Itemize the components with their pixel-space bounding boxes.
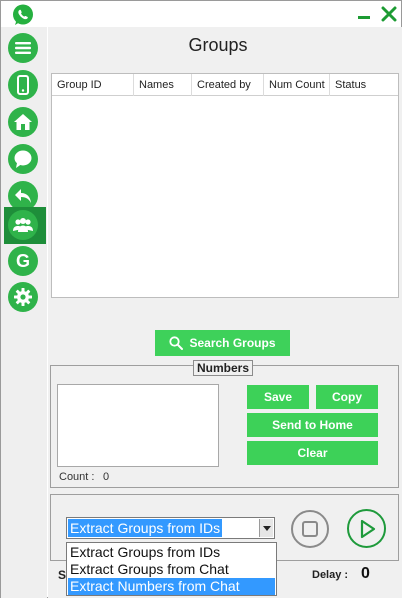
menu-icon xyxy=(15,42,31,54)
column-header-num-count[interactable]: Num Count xyxy=(264,74,330,96)
clear-button[interactable]: Clear xyxy=(247,441,378,465)
stop-icon xyxy=(302,521,318,537)
mode-option-groups-from-ids[interactable]: Extract Groups from IDs xyxy=(68,544,275,561)
sidebar-item-menu[interactable] xyxy=(8,33,38,63)
mode-select-toggle[interactable] xyxy=(259,519,273,537)
numbers-textarea[interactable] xyxy=(57,384,219,467)
play-icon xyxy=(360,519,375,538)
numbers-legend: Numbers xyxy=(193,360,254,376)
mode-select-dropdown: Extract Groups from IDs Extract Groups f… xyxy=(66,542,277,596)
sidebar-item-groups-active-highlight xyxy=(4,207,46,244)
chevron-down-icon xyxy=(262,525,271,531)
minimize-button[interactable] xyxy=(357,5,371,23)
sidebar-item-chat[interactable] xyxy=(8,144,38,174)
groups-icon xyxy=(13,218,33,232)
settings-icon xyxy=(14,288,32,306)
stop-button[interactable] xyxy=(291,510,329,548)
phone-icon xyxy=(17,75,29,95)
search-groups-label: Search Groups xyxy=(189,336,276,350)
column-header-status[interactable]: Status xyxy=(330,74,398,96)
close-button[interactable] xyxy=(380,4,398,24)
count-value: 0 xyxy=(103,471,110,483)
delay-value: 0 xyxy=(361,565,370,582)
column-header-created-by[interactable]: Created by xyxy=(192,74,264,96)
sidebar-item-groups[interactable] xyxy=(8,210,38,240)
search-icon xyxy=(169,336,184,350)
mode-select[interactable]: Extract Groups from IDs xyxy=(66,517,275,539)
column-header-names[interactable]: Names xyxy=(134,74,192,96)
whatsapp-logo-icon xyxy=(11,3,35,27)
chat-icon xyxy=(14,150,32,168)
sidebar-item-phone[interactable] xyxy=(8,70,38,100)
sidebar-item-settings[interactable] xyxy=(8,282,38,312)
count-label: Count : xyxy=(59,471,95,483)
sidebar: G xyxy=(1,27,47,598)
send-to-home-button[interactable]: Send to Home xyxy=(247,413,378,437)
copy-button[interactable]: Copy xyxy=(316,385,378,409)
mode-select-value: Extract Groups from IDs xyxy=(68,519,223,537)
table-header: Group ID Names Created by Num Count Stat… xyxy=(52,74,398,96)
groups-table[interactable]: Group ID Names Created by Num Count Stat… xyxy=(51,73,399,298)
status-label: S xyxy=(58,568,67,582)
sidebar-item-g[interactable]: G xyxy=(8,246,38,276)
column-header-group-id[interactable]: Group ID xyxy=(52,74,134,96)
mode-option-groups-from-chat[interactable]: Extract Groups from Chat xyxy=(68,561,275,578)
page-title: Groups xyxy=(188,35,248,55)
start-button[interactable] xyxy=(347,509,386,548)
mode-option-numbers-from-chat[interactable]: Extract Numbers from Chat xyxy=(68,578,275,595)
back-arrow-icon xyxy=(15,189,31,203)
g-letter-icon: G xyxy=(15,250,30,271)
save-button[interactable]: Save xyxy=(247,385,309,409)
home-icon xyxy=(14,114,32,130)
search-groups-button[interactable]: Search Groups xyxy=(155,330,290,356)
delay-label: Delay : xyxy=(312,569,349,581)
sidebar-item-home[interactable] xyxy=(8,107,38,137)
